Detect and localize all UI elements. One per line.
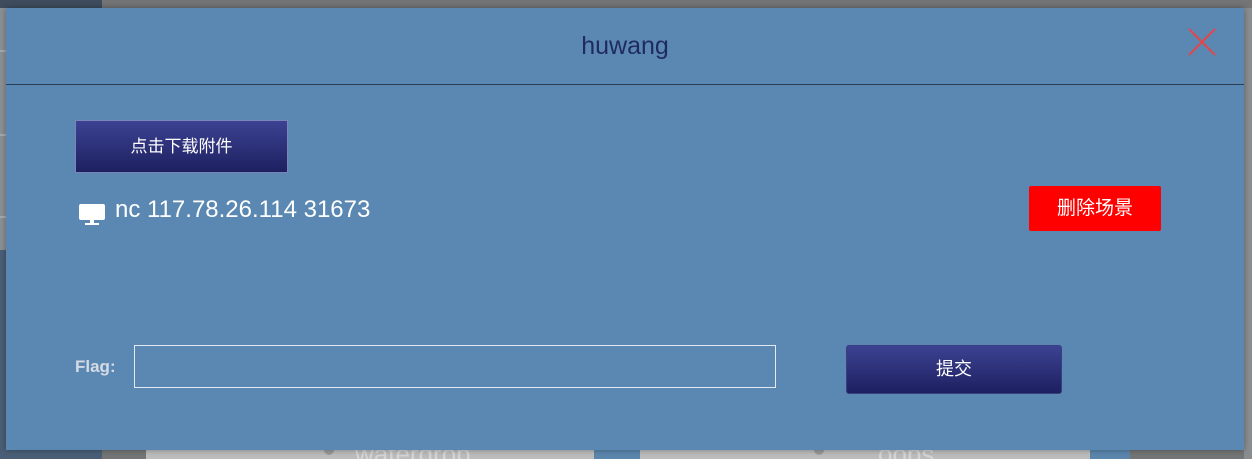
delete-scene-button[interactable]: 删除场景	[1029, 186, 1161, 231]
challenge-modal: huwang 点击下载附件 nc 117.78.26.114 31673 删除场…	[6, 8, 1244, 450]
close-button[interactable]	[1187, 27, 1217, 57]
download-attachment-button[interactable]: 点击下载附件	[75, 120, 288, 173]
monitor-icon	[79, 204, 105, 225]
connection-command: nc 117.78.26.114 31673	[115, 196, 371, 223]
submit-button[interactable]: 提交	[846, 345, 1062, 394]
modal-header: huwang	[6, 8, 1244, 85]
flag-input[interactable]	[134, 345, 776, 388]
background-sidebar-top	[0, 0, 102, 8]
background-right-strip	[1244, 8, 1252, 459]
close-icon[interactable]	[1187, 27, 1217, 57]
modal-title: huwang	[581, 32, 669, 60]
background-sidebar-bottom	[0, 450, 102, 459]
flag-label: Flag:	[75, 357, 116, 376]
